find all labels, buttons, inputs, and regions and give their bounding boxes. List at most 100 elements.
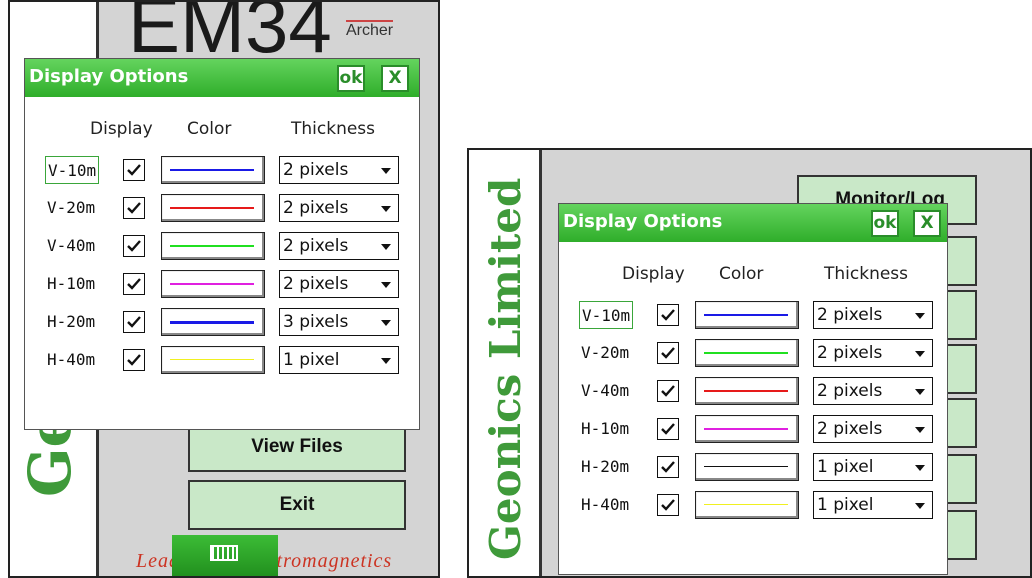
checkmark-icon xyxy=(661,385,675,397)
right-thickness-select[interactable]: 1 pixel xyxy=(813,491,933,519)
checkmark-icon xyxy=(661,309,675,321)
left-color-button[interactable] xyxy=(161,232,265,260)
left-display-checkbox[interactable] xyxy=(123,311,145,333)
right-display-options-dialog: Display Options ok X Display Color Thick… xyxy=(558,203,948,575)
right-thickness-value: 2 pixels xyxy=(817,305,883,325)
right-thickness-select[interactable]: 2 pixels xyxy=(813,415,933,443)
checkmark-icon xyxy=(661,423,675,435)
left-row-label: V-40m xyxy=(47,236,96,255)
right-dialog-titlebar: Display Options ok X xyxy=(559,204,947,242)
left-thickness-select[interactable]: 2 pixels xyxy=(279,156,399,184)
left-thickness-value: 2 pixels xyxy=(283,198,349,218)
chevron-down-icon xyxy=(915,465,925,471)
left-thickness-select[interactable]: 2 pixels xyxy=(279,232,399,260)
right-color-button[interactable] xyxy=(695,301,799,329)
left-color-swatch-line xyxy=(170,245,254,247)
right-header-display: Display xyxy=(622,264,685,284)
right-display-checkbox[interactable] xyxy=(657,456,679,478)
left-thickness-select[interactable]: 2 pixels xyxy=(279,194,399,222)
chevron-down-icon xyxy=(381,320,391,326)
left-display-checkbox[interactable] xyxy=(123,273,145,295)
right-thickness-value: 1 pixel xyxy=(817,495,874,515)
checkmark-icon xyxy=(127,202,141,214)
left-color-button[interactable] xyxy=(161,308,265,336)
right-display-checkbox[interactable] xyxy=(657,494,679,516)
left-color-swatch-line xyxy=(170,283,254,285)
right-row-label: V-40m xyxy=(581,381,630,400)
checkmark-icon xyxy=(661,347,675,359)
left-close-button[interactable]: X xyxy=(381,65,409,92)
right-header-thickness: Thickness xyxy=(824,264,909,284)
keyboard-button[interactable] xyxy=(172,535,278,576)
left-color-button[interactable] xyxy=(161,270,265,298)
right-thickness-value: 2 pixels xyxy=(817,419,883,439)
right-color-button[interactable] xyxy=(695,453,799,481)
right-thickness-select[interactable]: 1 pixel xyxy=(813,453,933,481)
left-row-label: H-40m xyxy=(47,350,96,369)
chevron-down-icon xyxy=(915,503,925,509)
left-display-checkbox[interactable] xyxy=(123,349,145,371)
right-color-button[interactable] xyxy=(695,491,799,519)
left-color-button[interactable] xyxy=(161,156,265,184)
left-thickness-select[interactable]: 3 pixels xyxy=(279,308,399,336)
left-display-checkbox[interactable] xyxy=(123,235,145,257)
right-thickness-select[interactable]: 2 pixels xyxy=(813,301,933,329)
left-thickness-value: 2 pixels xyxy=(283,236,349,256)
left-dialog-title: Display Options xyxy=(29,66,189,87)
chevron-down-icon xyxy=(915,389,925,395)
left-dialog-titlebar: Display Options ok X xyxy=(25,59,419,97)
right-ok-button[interactable]: ok xyxy=(871,210,899,237)
chevron-down-icon xyxy=(381,206,391,212)
left-thickness-select[interactable]: 1 pixel xyxy=(279,346,399,374)
left-color-swatch-line xyxy=(170,359,254,360)
left-color-button[interactable] xyxy=(161,346,265,374)
right-color-button[interactable] xyxy=(695,377,799,405)
checkmark-icon xyxy=(127,278,141,290)
right-brand-text: Geonics Limited xyxy=(481,177,530,560)
exit-label: Exit xyxy=(279,494,315,515)
keyboard-icon xyxy=(210,545,238,561)
right-divider xyxy=(539,150,542,576)
left-app-subtitle: Archer xyxy=(346,20,394,39)
right-color-swatch-line xyxy=(704,314,788,316)
left-ok-button[interactable]: ok xyxy=(337,65,365,92)
right-color-swatch-line xyxy=(704,390,788,392)
left-display-checkbox[interactable] xyxy=(123,197,145,219)
right-thickness-select[interactable]: 2 pixels xyxy=(813,377,933,405)
exit-button[interactable]: Exit xyxy=(188,480,406,530)
chevron-down-icon xyxy=(915,313,925,319)
view-files-label: View Files xyxy=(251,436,343,457)
right-thickness-value: 2 pixels xyxy=(817,343,883,363)
right-color-swatch-line xyxy=(704,504,788,505)
right-display-checkbox[interactable] xyxy=(657,342,679,364)
checkmark-icon xyxy=(127,354,141,366)
right-display-checkbox[interactable] xyxy=(657,380,679,402)
right-thickness-value: 1 pixel xyxy=(817,457,874,477)
right-close-button[interactable]: X xyxy=(913,210,941,237)
right-row-label: H-10m xyxy=(581,419,630,438)
left-display-checkbox[interactable] xyxy=(123,159,145,181)
left-thickness-value: 3 pixels xyxy=(283,312,349,332)
left-thickness-value: 2 pixels xyxy=(283,274,349,294)
left-thickness-value: 2 pixels xyxy=(283,160,349,180)
checkmark-icon xyxy=(127,240,141,252)
chevron-down-icon xyxy=(915,427,925,433)
right-thickness-select[interactable]: 2 pixels xyxy=(813,339,933,367)
left-color-button[interactable] xyxy=(161,194,265,222)
left-row-label: V-20m xyxy=(47,198,96,217)
right-display-checkbox[interactable] xyxy=(657,304,679,326)
right-color-button[interactable] xyxy=(695,415,799,443)
left-color-swatch-line xyxy=(170,207,254,209)
right-display-checkbox[interactable] xyxy=(657,418,679,440)
checkmark-icon xyxy=(661,499,675,511)
right-dialog-title: Display Options xyxy=(563,211,723,232)
left-row-label: H-10m xyxy=(47,274,96,293)
left-thickness-select[interactable]: 2 pixels xyxy=(279,270,399,298)
right-color-swatch-line xyxy=(704,352,788,354)
right-color-swatch-line xyxy=(704,466,788,467)
right-header-color: Color xyxy=(719,264,764,284)
left-header-display: Display xyxy=(90,119,153,139)
right-color-swatch-line xyxy=(704,428,788,430)
left-row-label: H-20m xyxy=(47,312,96,331)
right-color-button[interactable] xyxy=(695,339,799,367)
